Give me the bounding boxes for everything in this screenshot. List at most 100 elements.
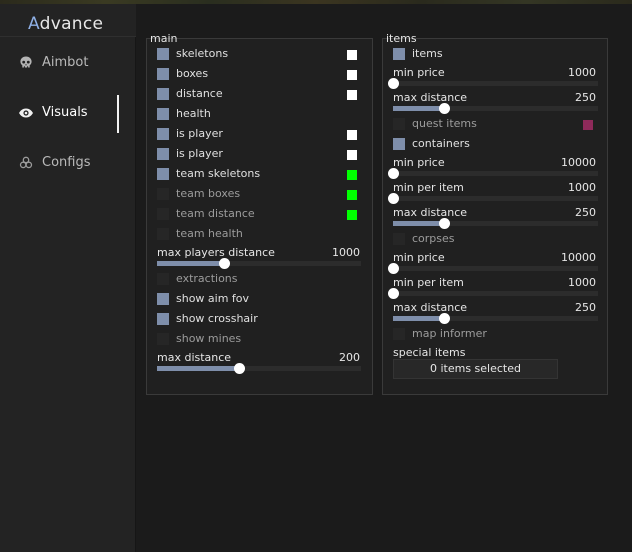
slider-value: 250 <box>575 301 596 314</box>
special-items-label: special items <box>393 346 466 359</box>
slider-knob[interactable] <box>233 363 245 374</box>
corpses-max-distance-slider[interactable] <box>393 313 598 324</box>
checkbox[interactable] <box>157 208 169 220</box>
checkbox[interactable] <box>157 68 169 80</box>
slider-value: 200 <box>339 351 360 364</box>
option-team-health[interactable]: team health <box>157 225 362 245</box>
slider-fill <box>393 221 445 226</box>
containers-min-price-slider[interactable] <box>388 168 598 179</box>
color-swatch[interactable] <box>347 150 357 160</box>
items-min-price-slider[interactable] <box>388 78 598 89</box>
slider-label: min price <box>393 156 445 169</box>
slider-knob[interactable] <box>388 193 399 204</box>
sidebar-item-label: Configs <box>42 155 91 170</box>
slider-label: max players distance <box>157 246 275 259</box>
option-boxes[interactable]: boxes <box>157 65 362 85</box>
special-items-select[interactable]: 0 items selected <box>393 359 558 379</box>
slider-label: max distance <box>393 301 468 314</box>
color-swatch[interactable] <box>347 210 357 220</box>
slider-fill <box>393 316 445 321</box>
sidebar-item-visuals[interactable]: Visuals <box>0 95 135 133</box>
containers-min-per-item-slider[interactable] <box>388 193 598 204</box>
checkbox[interactable] <box>157 188 169 200</box>
slider-fill <box>393 106 445 111</box>
checkbox[interactable] <box>393 138 405 150</box>
checkbox[interactable] <box>157 228 169 240</box>
app-title: Advance <box>28 14 104 34</box>
slider-label: min price <box>393 66 445 79</box>
skull-icon <box>20 56 32 68</box>
checkbox[interactable] <box>393 48 405 60</box>
checkbox[interactable] <box>157 48 169 60</box>
max-distance-slider[interactable] <box>157 363 361 374</box>
checkbox[interactable] <box>157 168 169 180</box>
option-team-distance[interactable]: team distance <box>157 205 362 225</box>
option-show-mines[interactable]: show mines <box>157 330 362 350</box>
slider-knob[interactable] <box>388 78 399 89</box>
slider-fill <box>157 261 225 266</box>
option-distance[interactable]: distance <box>157 85 362 105</box>
checkbox[interactable] <box>393 328 405 340</box>
slider-label: max distance <box>393 91 468 104</box>
color-swatch[interactable] <box>347 190 357 200</box>
checkbox[interactable] <box>157 148 169 160</box>
option-show-aim-fov[interactable]: show aim fov <box>157 290 362 310</box>
slider-fill <box>157 366 239 371</box>
slider-knob[interactable] <box>388 168 399 179</box>
corpses-min-price-slider[interactable] <box>388 263 598 274</box>
app-header: Advance <box>0 4 136 36</box>
option-team-boxes[interactable]: team boxes <box>157 185 362 205</box>
corpses-min-per-item-slider[interactable] <box>388 288 598 299</box>
main-panel-title: main <box>150 32 178 45</box>
slider-value: 250 <box>575 206 596 219</box>
option-is-player-2[interactable]: is player <box>157 145 362 165</box>
option-team-skeletons[interactable]: team skeletons <box>157 165 362 185</box>
slider-value: 1000 <box>568 66 596 79</box>
checkbox[interactable] <box>393 118 405 130</box>
option-corpses[interactable]: corpses <box>393 230 598 250</box>
option-show-crosshair[interactable]: show crosshair <box>157 310 362 330</box>
option-skeletons[interactable]: skeletons <box>157 45 362 65</box>
option-health[interactable]: health <box>157 105 362 125</box>
color-swatch[interactable] <box>583 120 593 130</box>
slider-knob[interactable] <box>388 263 399 274</box>
color-swatch[interactable] <box>347 130 357 140</box>
option-extractions[interactable]: extractions <box>157 270 362 290</box>
checkbox[interactable] <box>157 88 169 100</box>
slider-knob[interactable] <box>388 288 399 299</box>
slider-value: 1000 <box>568 276 596 289</box>
sidebar-item-aimbot[interactable]: Aimbot <box>0 45 135 81</box>
slider-value: 1000 <box>332 246 360 259</box>
color-swatch[interactable] <box>347 170 357 180</box>
checkbox[interactable] <box>157 108 169 120</box>
color-swatch[interactable] <box>347 90 357 100</box>
slider-label: min per item <box>393 181 464 194</box>
checkbox[interactable] <box>157 293 169 305</box>
checkbox[interactable] <box>157 273 169 285</box>
checkbox[interactable] <box>157 128 169 140</box>
color-swatch[interactable] <box>347 70 357 80</box>
active-indicator <box>117 95 119 133</box>
checkbox[interactable] <box>157 333 169 345</box>
containers-max-distance-slider[interactable] <box>393 218 598 229</box>
option-quest-items[interactable]: quest items <box>393 115 598 135</box>
items-max-distance-slider[interactable] <box>393 103 598 114</box>
max-players-distance-slider[interactable] <box>157 258 361 269</box>
option-is-player[interactable]: is player <box>157 125 362 145</box>
checkbox[interactable] <box>157 313 169 325</box>
sidebar-item-label: Visuals <box>42 105 88 120</box>
slider-label: max distance <box>393 206 468 219</box>
option-containers[interactable]: containers <box>393 135 598 155</box>
option-items[interactable]: items <box>393 45 598 65</box>
slider-value: 1000 <box>568 181 596 194</box>
eye-icon <box>19 108 33 118</box>
slider-label: max distance <box>157 351 232 364</box>
items-panel-title: items <box>386 32 417 45</box>
option-map-informer[interactable]: map informer <box>393 325 598 345</box>
sidebar: Aimbot Visuals Configs <box>0 36 136 552</box>
checkbox[interactable] <box>393 233 405 245</box>
sidebar-item-configs[interactable]: Configs <box>0 145 135 181</box>
header-divider <box>0 36 136 37</box>
color-swatch[interactable] <box>347 50 357 60</box>
biohazard-icon <box>19 156 33 169</box>
